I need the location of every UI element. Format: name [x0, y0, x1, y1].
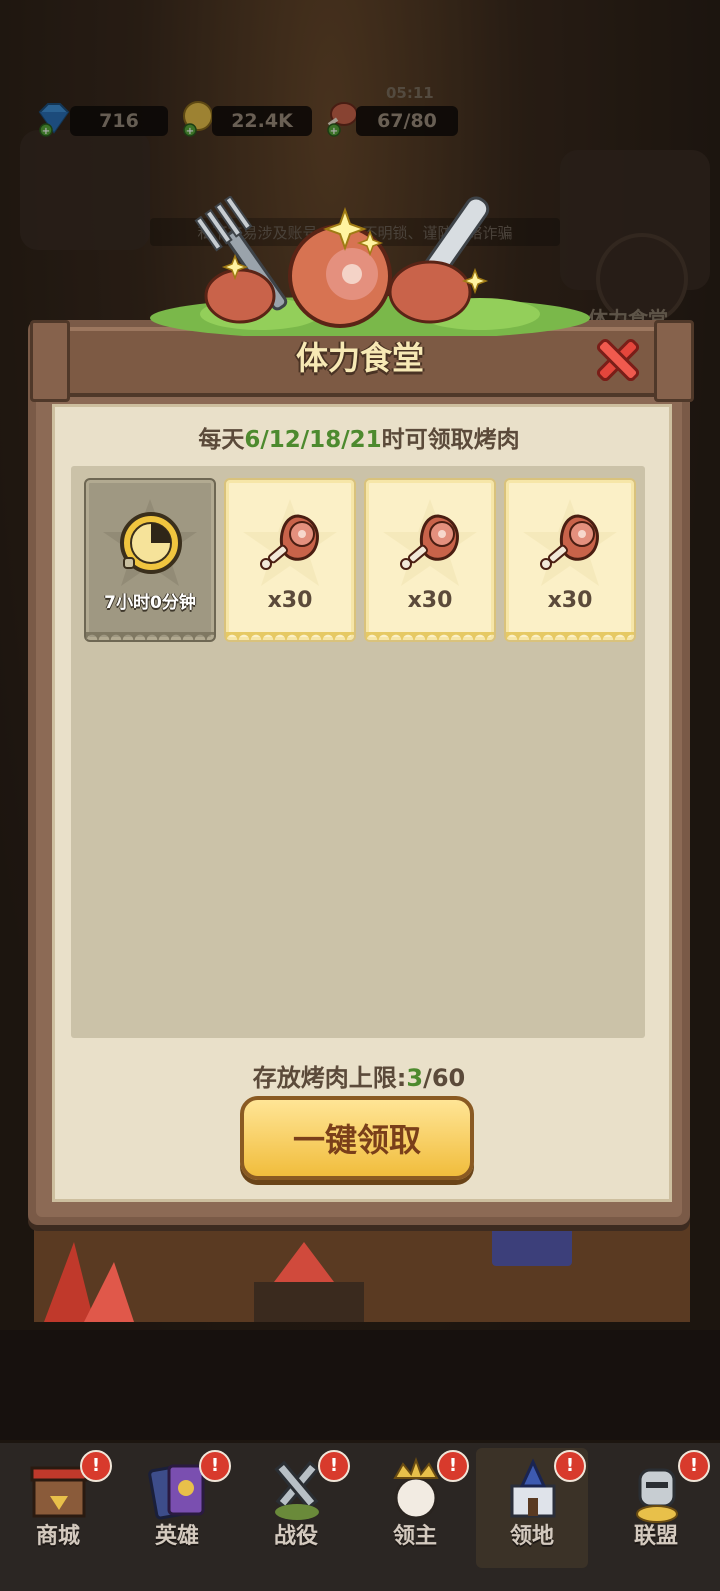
- nav-item-battle[interactable]: ! 战役: [240, 1448, 352, 1568]
- nav-label: 领地: [509, 1524, 554, 1549]
- nav-label: 联盟: [633, 1524, 678, 1549]
- roast-meat-icon: [400, 514, 459, 570]
- claim-all-button[interactable]: 一键领取: [240, 1096, 474, 1180]
- crystal-scene-art: [44, 1222, 572, 1322]
- schedule-prefix: 每天: [198, 427, 245, 453]
- nav-item-lord[interactable]: ! 领主: [359, 1448, 471, 1568]
- alert-badge-icon: !: [318, 1450, 350, 1482]
- dialog-title: 体力食堂: [295, 339, 424, 377]
- nav-item-heroes[interactable]: ! 英雄: [121, 1448, 233, 1568]
- roast-meat-icon: [540, 514, 599, 570]
- meat-slot-ready[interactable]: x30: [224, 478, 356, 642]
- slot-quantity: x30: [267, 588, 313, 613]
- stopwatch-icon: [120, 512, 182, 574]
- title-post-left: [30, 320, 70, 402]
- alert-badge-icon: !: [554, 1450, 586, 1482]
- alert-badge-icon: !: [80, 1450, 112, 1482]
- storage-current: 3: [406, 1064, 424, 1092]
- roast-meat-decoration: [150, 196, 590, 336]
- nav-item-territory[interactable]: ! 领地: [476, 1448, 588, 1568]
- alert-badge-icon: !: [199, 1450, 231, 1482]
- storage-label: 存放烤肉上限:: [252, 1064, 407, 1092]
- title-post-right: [654, 320, 694, 402]
- alert-badge-icon: !: [678, 1450, 710, 1482]
- nav-label: 领主: [392, 1524, 437, 1549]
- nav-item-shop[interactable]: ! 商城: [2, 1448, 114, 1568]
- storage-max: /60: [423, 1064, 466, 1092]
- nav-item-alliance[interactable]: ! 联盟: [600, 1448, 712, 1568]
- roast-meat-icon: [260, 514, 319, 570]
- slot-quantity: x30: [407, 588, 453, 613]
- slot-quantity: x30: [547, 588, 593, 613]
- meat-slot-ready[interactable]: x30: [504, 478, 636, 642]
- alert-badge-icon: !: [437, 1450, 469, 1482]
- nav-label: 商城: [35, 1524, 80, 1549]
- nav-label: 战役: [273, 1524, 318, 1549]
- schedule-hours: 6/12/18/21: [244, 427, 382, 453]
- schedule-suffix: 时可领取烤肉: [381, 427, 520, 453]
- crystal-mine-scene: [34, 1222, 690, 1322]
- claim-schedule-text: 每天6/12/18/21时可领取烤肉: [52, 420, 666, 454]
- claim-all-label: 一键领取: [292, 1121, 421, 1159]
- meat-slot-ready[interactable]: x30: [364, 478, 496, 642]
- slot-timer: 7小时0分钟: [104, 593, 196, 613]
- nav-label: 英雄: [154, 1524, 199, 1549]
- storage-limit-text: 存放烤肉上限:3/60: [52, 1058, 666, 1093]
- close-icon[interactable]: [592, 334, 644, 386]
- meat-slot-locked[interactable]: 7小时0分钟: [84, 478, 216, 642]
